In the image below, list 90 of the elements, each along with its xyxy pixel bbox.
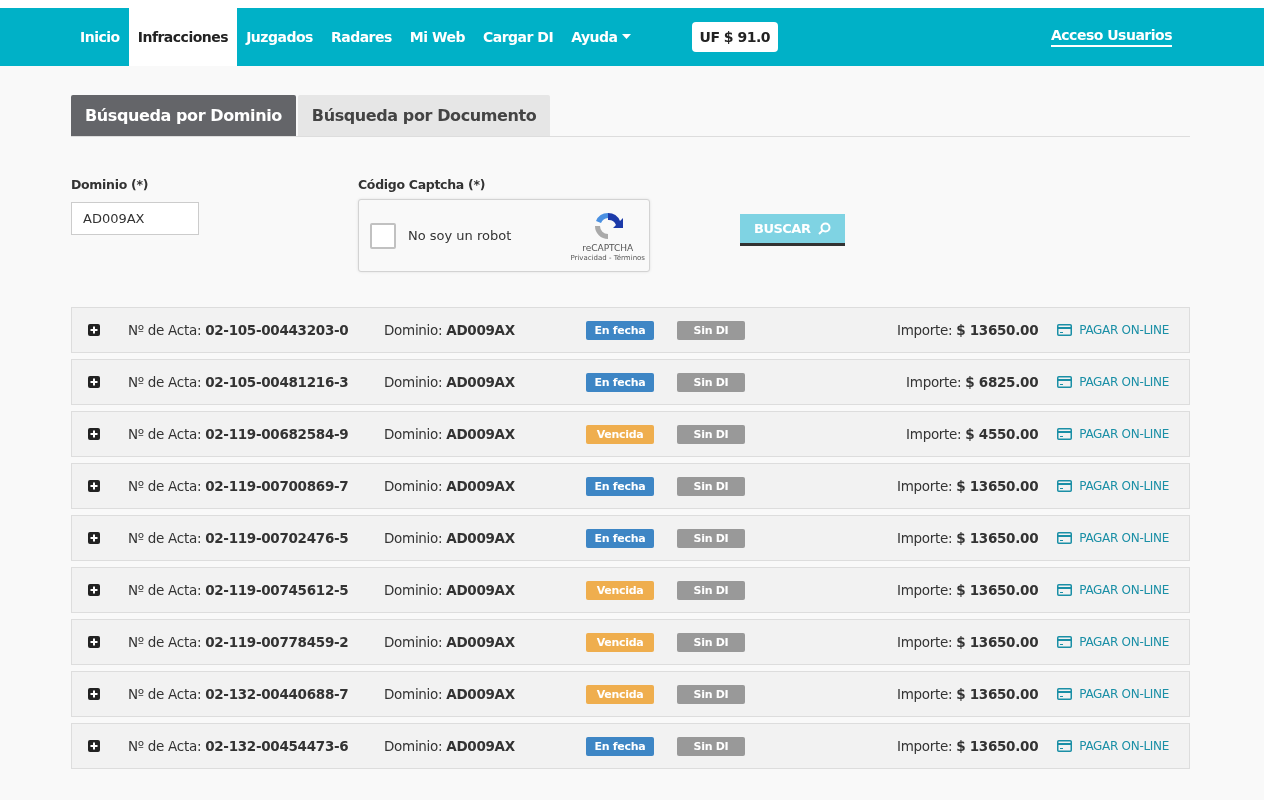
- field-label: Dominio (*): [71, 177, 150, 192]
- pay-online-link[interactable]: PAGAR ON-LINE: [1057, 531, 1169, 545]
- captcha-checkbox[interactable]: [370, 222, 396, 249]
- pay-online-link[interactable]: PAGAR ON-LINE: [1057, 635, 1169, 649]
- field-label: Código Captcha (*): [358, 177, 487, 192]
- row-domain: Dominio: AD009AX: [384, 374, 516, 390]
- pay-online-link[interactable]: PAGAR ON-LINE: [1057, 323, 1169, 337]
- di-badge: Sin DI: [677, 736, 745, 756]
- di-badge: Sin DI: [677, 528, 745, 548]
- credit-card-icon: [1057, 428, 1073, 440]
- pay-online-link[interactable]: PAGAR ON-LINE: [1057, 427, 1169, 441]
- row-domain: Dominio: AD009AX: [384, 426, 516, 442]
- nav-link[interactable]: Radares: [321, 8, 401, 66]
- di-badge: Sin DI: [677, 320, 745, 340]
- acta-number: Nº de Acta: 02-132-00454473-6: [128, 738, 350, 754]
- row-domain: Dominio: AD009AX: [384, 738, 516, 754]
- acta-number: Nº de Acta: 02-119-00745612-5: [128, 582, 350, 598]
- amount: Importe: $ 13650.00: [897, 686, 1039, 702]
- credit-card-icon: [1057, 532, 1073, 544]
- acta-number: Nº de Acta: 02-119-00700869-7: [128, 478, 350, 494]
- status-badge: Vencida: [586, 580, 654, 600]
- search-tab[interactable]: Búsqueda por Dominio: [71, 95, 296, 136]
- pay-online-link[interactable]: PAGAR ON-LINE: [1057, 687, 1169, 701]
- row-domain: Dominio: AD009AX: [384, 634, 516, 650]
- amount: Importe: $ 13650.00: [897, 738, 1039, 754]
- row-domain: Dominio: AD009AX: [384, 530, 516, 546]
- expand-plus-icon[interactable]: [88, 480, 100, 492]
- captcha-brand: reCAPTCHA: [582, 242, 634, 253]
- pay-online-link[interactable]: PAGAR ON-LINE: [1057, 375, 1169, 389]
- acta-number: Nº de Acta: 02-105-00443203-0: [128, 322, 350, 338]
- pay-online-link[interactable]: PAGAR ON-LINE: [1057, 479, 1169, 493]
- nav-link[interactable]: Juzgados: [237, 8, 322, 66]
- login-link[interactable]: Acceso Usuarios: [1050, 27, 1172, 47]
- status-badge: En fecha: [586, 372, 654, 392]
- amount: Importe: $ 4550.00: [906, 426, 1039, 442]
- credit-card-icon: [1057, 584, 1073, 596]
- search-icon: [818, 222, 832, 235]
- di-badge: Sin DI: [677, 632, 745, 652]
- di-badge: Sin DI: [677, 476, 745, 496]
- nav-link[interactable]: Cargar DI: [473, 8, 563, 66]
- status-badge: Vencida: [586, 684, 654, 704]
- pay-online-link[interactable]: PAGAR ON-LINE: [1057, 739, 1169, 753]
- expand-plus-icon[interactable]: [88, 532, 100, 544]
- nav-link[interactable]: Inicio: [71, 8, 129, 66]
- acta-number: Nº de Acta: 02-132-00440688-7: [128, 686, 350, 702]
- row-domain: Dominio: AD009AX: [384, 478, 516, 494]
- amount: Importe: $ 13650.00: [897, 530, 1039, 546]
- expand-plus-icon[interactable]: [88, 428, 100, 440]
- credit-card-icon: [1057, 480, 1073, 492]
- credit-card-icon: [1057, 636, 1073, 648]
- amount: Importe: $ 13650.00: [897, 582, 1039, 598]
- amount: Importe: $ 13650.00: [897, 478, 1039, 494]
- acta-number: Nº de Acta: 02-119-00778459-2: [128, 634, 350, 650]
- expand-plus-icon[interactable]: [88, 636, 100, 648]
- domain-input[interactable]: AD009AX: [71, 202, 199, 235]
- captcha-text: No soy un robot: [408, 228, 512, 243]
- di-badge: Sin DI: [677, 372, 745, 392]
- expand-plus-icon[interactable]: [88, 688, 100, 700]
- amount: Importe: $ 13650.00: [897, 322, 1039, 338]
- di-badge: Sin DI: [677, 580, 745, 600]
- di-badge: Sin DI: [677, 424, 745, 444]
- credit-card-icon: [1057, 324, 1073, 336]
- row-domain: Dominio: AD009AX: [384, 582, 516, 598]
- row-domain: Dominio: AD009AX: [384, 686, 516, 702]
- acta-number: Nº de Acta: 02-105-00481216-3: [128, 374, 350, 390]
- amount: Importe: $ 6825.00: [906, 374, 1039, 390]
- nav-link[interactable]: Mi Web: [400, 8, 474, 66]
- credit-card-icon: [1057, 740, 1073, 752]
- nav-link[interactable]: Ayuda: [562, 8, 640, 66]
- status-badge: En fecha: [586, 736, 654, 756]
- pay-online-link[interactable]: PAGAR ON-LINE: [1057, 583, 1169, 597]
- acta-number: Nº de Acta: 02-119-00702476-5: [128, 530, 350, 546]
- status-badge: En fecha: [586, 528, 654, 548]
- credit-card-icon: [1057, 688, 1073, 700]
- row-domain: Dominio: AD009AX: [384, 322, 516, 338]
- status-badge: En fecha: [586, 320, 654, 340]
- status-badge: Vencida: [586, 424, 654, 444]
- expand-plus-icon[interactable]: [88, 376, 100, 388]
- amount: Importe: $ 13650.00: [897, 634, 1039, 650]
- expand-plus-icon[interactable]: [88, 740, 100, 752]
- expand-plus-icon[interactable]: [88, 324, 100, 336]
- uf-value-badge: UF $ 91.0: [691, 22, 778, 52]
- acta-number: Nº de Acta: 02-119-00682584-9: [128, 426, 350, 442]
- search-tab[interactable]: Búsqueda por Documento: [297, 95, 551, 136]
- status-badge: Vencida: [586, 632, 654, 652]
- status-badge: En fecha: [586, 476, 654, 496]
- nav-link[interactable]: Infracciones: [128, 8, 238, 66]
- expand-plus-icon[interactable]: [88, 584, 100, 596]
- credit-card-icon: [1057, 376, 1073, 388]
- di-badge: Sin DI: [677, 684, 745, 704]
